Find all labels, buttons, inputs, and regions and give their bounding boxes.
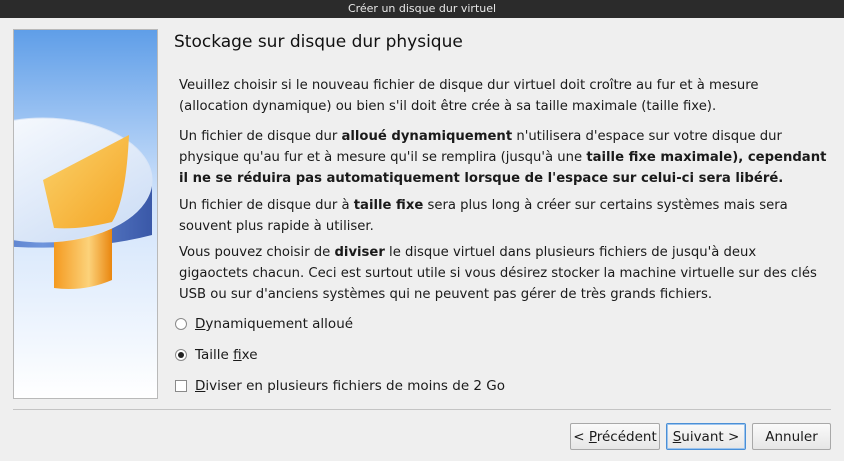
back-rest: récédent xyxy=(596,428,657,445)
dynamic-label-rest: ynamiquement alloué xyxy=(205,316,354,332)
intro-paragraph: Veuillez choisir si le nouveau fichier d… xyxy=(179,75,829,117)
button-separator xyxy=(13,409,831,410)
dynamic-allocation-label: Dynamiquement alloué xyxy=(195,316,353,332)
fixed-size-radio[interactable]: Taille fixe xyxy=(175,346,258,364)
fixed-text-2: taille fixe xyxy=(353,198,424,213)
window-titlebar: Créer un disque dur virtuel xyxy=(0,0,844,18)
split-files-checkbox[interactable]: Diviser en plusieurs fichiers de moins d… xyxy=(175,377,505,395)
hard-disk-illustration xyxy=(14,30,157,398)
split-text-1: Vous pouvez choisir de xyxy=(179,245,335,260)
cancel-button[interactable]: Annuler xyxy=(752,423,831,450)
radio-indicator-dynamic[interactable] xyxy=(175,318,187,330)
dynamic-text-1: Un fichier de disque dur xyxy=(179,129,342,144)
window-title: Créer un disque dur virtuel xyxy=(347,2,497,15)
fixed-label-pre: Taille xyxy=(195,347,234,363)
split-label-rest: iviser en plusieurs fichiers de moins de… xyxy=(205,378,506,394)
next-mnemonic: S xyxy=(672,428,682,445)
dynamic-paragraph: Un fichier de disque dur alloué dynamiqu… xyxy=(179,126,829,189)
next-button[interactable]: Suivant > xyxy=(666,423,746,450)
mnemonic-f: f xyxy=(233,347,242,363)
fixed-paragraph: Un fichier de disque dur à taille fixe s… xyxy=(179,195,829,237)
fixed-size-label: Taille fixe xyxy=(195,347,258,363)
page-title: Stockage sur disque dur physique xyxy=(174,32,463,52)
checkbox-indicator-split[interactable] xyxy=(175,380,187,392)
fixed-text-1: Un fichier de disque dur à xyxy=(179,198,354,213)
back-button[interactable]: < Précédent xyxy=(570,423,660,450)
mnemonic-d: D xyxy=(195,316,206,332)
radio-indicator-fixed[interactable] xyxy=(175,349,187,361)
split-text-2: diviser xyxy=(334,245,385,260)
intro-text: Veuillez choisir si le nouveau fichier d… xyxy=(179,78,759,114)
back-pre: < xyxy=(573,428,589,445)
split-files-label: Diviser en plusieurs fichiers de moins d… xyxy=(195,378,505,394)
next-rest: uivant > xyxy=(681,428,740,445)
dynamic-text-2: alloué dynamiquement xyxy=(341,129,513,144)
back-mnemonic: P xyxy=(588,428,597,445)
fixed-label-rest: ixe xyxy=(241,347,258,363)
wizard-side-image xyxy=(13,29,158,399)
split-paragraph: Vous pouvez choisir de diviser le disque… xyxy=(179,242,829,305)
dynamic-allocation-radio[interactable]: Dynamiquement alloué xyxy=(175,315,353,333)
mnemonic-d2: D xyxy=(195,378,206,394)
